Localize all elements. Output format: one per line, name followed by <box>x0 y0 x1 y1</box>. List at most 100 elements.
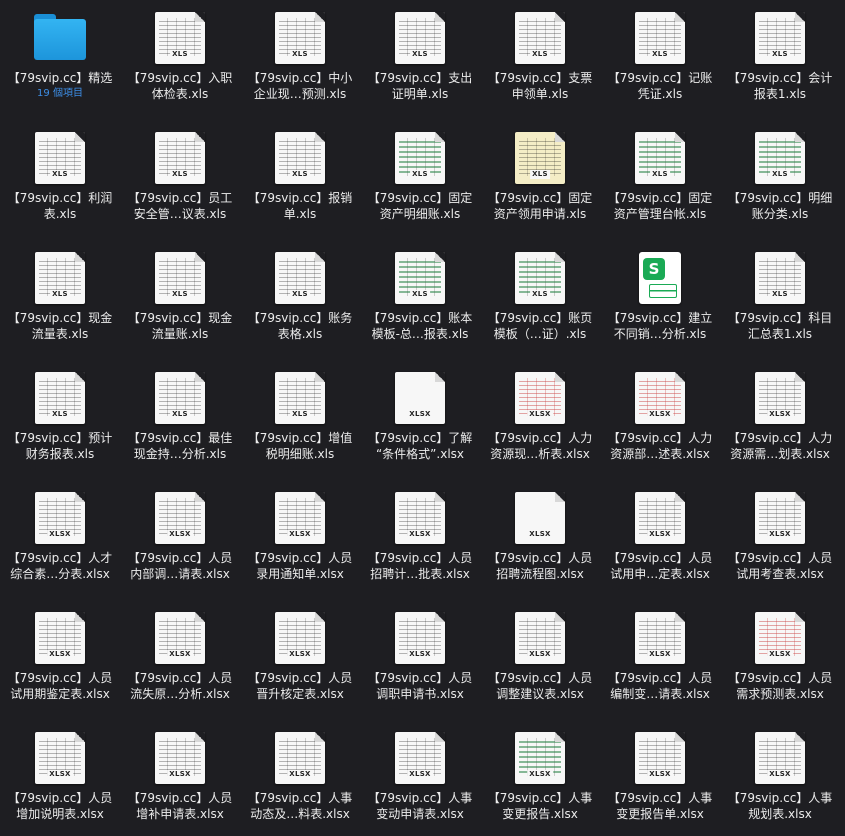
file-item[interactable]: XLS 【79svip.cc】固定 资产管理台帐.xls <box>600 120 720 236</box>
file-item[interactable]: XLSX 【79svip.cc】人事 动态及…料表.xlsx <box>240 720 360 836</box>
spreadsheet-thumbnail-icon: XLSX <box>395 732 445 784</box>
file-name-line-1: 【79svip.cc】人员 <box>727 551 833 565</box>
file-item[interactable]: XLS 【79svip.cc】现金 流量表.xls <box>0 240 120 356</box>
file-name-line-2: 内部调…请表.xlsx <box>130 567 230 581</box>
spreadsheet-thumbnail-icon: XLS <box>155 12 205 64</box>
file-item[interactable]: XLS 【79svip.cc】支票 申领单.xls <box>480 0 600 116</box>
spreadsheet-thumbnail-icon: XLSX <box>755 612 805 664</box>
file-extension-badge: XLSX <box>647 410 673 419</box>
file-item[interactable]: XLSX 【79svip.cc】人员 调职申请书.xlsx <box>360 600 480 716</box>
file-item[interactable]: XLSX 【79svip.cc】人事 变动申请表.xlsx <box>360 720 480 836</box>
file-item[interactable]: XLS 【79svip.cc】预计 财务报表.xls <box>0 360 120 476</box>
file-name-line-1: 【79svip.cc】人员 <box>607 551 713 565</box>
file-name-line-2: 招聘流程图.xlsx <box>496 567 584 581</box>
file-name-line-1: 【79svip.cc】人才 <box>7 551 113 565</box>
file-item[interactable]: XLS 【79svip.cc】账务 表格.xls <box>240 240 360 356</box>
file-extension-badge: XLS <box>410 170 430 179</box>
file-extension-badge: XLS <box>650 170 670 179</box>
file-extension-badge: XLSX <box>767 410 793 419</box>
file-name-line-2: 资产领用申请.xls <box>493 207 587 221</box>
file-item[interactable]: XLSX 【79svip.cc】人员 招聘流程图.xlsx <box>480 480 600 596</box>
spreadsheet-thumbnail-icon: XLSX <box>275 492 325 544</box>
file-item[interactable]: XLS 【79svip.cc】会计 报表1.xls <box>720 0 840 116</box>
file-item[interactable]: XLS 【79svip.cc】科目 汇总表1.xls <box>720 240 840 356</box>
file-name-line-2: 资源部…述表.xlsx <box>610 447 710 461</box>
file-name-label: 【79svip.cc】现金 流量账.xls <box>120 310 240 342</box>
file-item[interactable]: XLSX 【79svip.cc】人事 规划表.xlsx <box>720 720 840 836</box>
spreadsheet-thumbnail-icon: XLS <box>515 132 565 184</box>
file-name-label: 【79svip.cc】人员 试用考查表.xlsx <box>720 550 840 582</box>
file-item[interactable]: XLS 【79svip.cc】固定 资产领用申请.xls <box>480 120 600 236</box>
file-item[interactable]: XLSX 【79svip.cc】人员 编制变…请表.xlsx <box>600 600 720 716</box>
file-name-line-2: 试用申…定表.xlsx <box>610 567 710 581</box>
file-item[interactable]: XLS 【79svip.cc】员工 安全管…议表.xls <box>120 120 240 236</box>
file-item[interactable]: XLSX 【79svip.cc】人员 流失原…分析.xlsx <box>120 600 240 716</box>
file-item[interactable]: XLSX 【79svip.cc】人员 试用考查表.xlsx <box>720 480 840 596</box>
file-item[interactable]: XLSX 【79svip.cc】人员 招聘计…批表.xlsx <box>360 480 480 596</box>
file-extension-badge: XLSX <box>527 770 553 779</box>
file-name-label: 【79svip.cc】人事 变动申请表.xlsx <box>360 790 480 822</box>
file-name-line-1: 【79svip.cc】现金 <box>7 311 113 325</box>
file-item[interactable]: XLS 【79svip.cc】账页 模板（…证）.xls <box>480 240 600 356</box>
file-name-label: 【79svip.cc】最佳 现金持…分析.xls <box>120 430 240 462</box>
file-item[interactable]: XLSX 【79svip.cc】人才 综合素…分表.xlsx <box>0 480 120 596</box>
file-extension-badge: XLS <box>770 290 790 299</box>
file-item[interactable]: XLSX 【79svip.cc】人员 录用通知单.xlsx <box>240 480 360 596</box>
file-item[interactable]: XLS 【79svip.cc】现金 流量账.xls <box>120 240 240 356</box>
file-item[interactable]: XLSX 【79svip.cc】人员 增加说明表.xlsx <box>0 720 120 836</box>
file-name-label: 【79svip.cc】人员 增补申请表.xlsx <box>120 790 240 822</box>
file-name-line-1: 【79svip.cc】人员 <box>487 671 593 685</box>
spreadsheet-thumbnail-icon: XLSX <box>395 492 445 544</box>
file-name-label: 【79svip.cc】人员 试用申…定表.xlsx <box>600 550 720 582</box>
file-item[interactable]: XLS 【79svip.cc】增值 税明细账.xls <box>240 360 360 476</box>
folder-item[interactable]: 【79svip.cc】精选 19 個項目 <box>0 0 120 116</box>
file-item[interactable]: XLS 【79svip.cc】最佳 现金持…分析.xls <box>120 360 240 476</box>
file-item[interactable]: XLSX 【79svip.cc】人力 资源现…析表.xlsx <box>480 360 600 476</box>
file-extension-badge: XLSX <box>647 650 673 659</box>
spreadsheet-thumbnail-icon: XLSX <box>515 612 565 664</box>
file-name-label: 【79svip.cc】人员 晋升核定表.xlsx <box>240 670 360 702</box>
file-name-label: 【79svip.cc】人力 资源需…划表.xlsx <box>720 430 840 462</box>
file-name-line-2: 汇总表1.xls <box>747 327 813 341</box>
file-extension-badge: XLSX <box>527 530 553 539</box>
file-item[interactable]: XLSX 【79svip.cc】人员 试用期鉴定表.xlsx <box>0 600 120 716</box>
file-item[interactable]: XLS 【79svip.cc】固定 资产明细账.xls <box>360 120 480 236</box>
file-extension-badge: XLS <box>290 170 310 179</box>
file-name-line-2: 流量账.xls <box>151 327 209 341</box>
file-name-line-2: 表.xls <box>43 207 77 221</box>
file-name-line-1: 【79svip.cc】入职 <box>127 71 233 85</box>
file-name-line-1: 【79svip.cc】报销 <box>247 191 353 205</box>
file-extension-badge: XLSX <box>287 650 313 659</box>
file-item[interactable]: XLSX 【79svip.cc】人员 增补申请表.xlsx <box>120 720 240 836</box>
file-name-line-2: 凭证.xls <box>637 87 683 101</box>
file-extension-badge: XLSX <box>47 650 73 659</box>
file-name-label: 【79svip.cc】报销 单.xls <box>240 190 360 222</box>
file-item[interactable]: XLS 【79svip.cc】中小 企业现…预测.xls <box>240 0 360 116</box>
file-item[interactable]: XLS 【79svip.cc】明细 账分类.xls <box>720 120 840 236</box>
file-name-label: 【79svip.cc】人员 调整建议表.xlsx <box>480 670 600 702</box>
file-item[interactable]: XLSX 【79svip.cc】人员 晋升核定表.xlsx <box>240 600 360 716</box>
file-item[interactable]: XLS 【79svip.cc】支出 证明单.xls <box>360 0 480 116</box>
file-item[interactable]: XLSX 【79svip.cc】人员 需求预测表.xlsx <box>720 600 840 716</box>
file-item[interactable]: XLS 【79svip.cc】利润 表.xls <box>0 120 120 236</box>
file-name-line-1: 【79svip.cc】明细 <box>727 191 833 205</box>
file-name-line-1: 【79svip.cc】人力 <box>727 431 833 445</box>
spreadsheet-thumbnail-icon: XLS <box>755 252 805 304</box>
file-item[interactable]: XLSX 【79svip.cc】人员 调整建议表.xlsx <box>480 600 600 716</box>
file-name-line-1: 【79svip.cc】人事 <box>607 791 713 805</box>
file-item[interactable]: XLSX 【79svip.cc】人力 资源部…述表.xlsx <box>600 360 720 476</box>
file-item[interactable]: S 【79svip.cc】建立 不同销…分析.xls <box>600 240 720 356</box>
file-item[interactable]: XLS 【79svip.cc】入职 体检表.xls <box>120 0 240 116</box>
file-item[interactable]: XLS 【79svip.cc】账本 模板-总…报表.xls <box>360 240 480 356</box>
file-item[interactable]: XLSX 【79svip.cc】人员 试用申…定表.xlsx <box>600 480 720 596</box>
file-name-label: 【79svip.cc】人员 调职申请书.xlsx <box>360 670 480 702</box>
file-item[interactable]: XLSX 【79svip.cc】人员 内部调…请表.xlsx <box>120 480 240 596</box>
file-item[interactable]: XLS 【79svip.cc】报销 单.xls <box>240 120 360 236</box>
file-item[interactable]: XLSX 【79svip.cc】了解 “条件格式”.xlsx <box>360 360 480 476</box>
file-name-line-1: 【79svip.cc】人事 <box>367 791 473 805</box>
file-item[interactable]: XLS 【79svip.cc】记账 凭证.xls <box>600 0 720 116</box>
file-item[interactable]: XLSX 【79svip.cc】人事 变更报告单.xlsx <box>600 720 720 836</box>
file-name-line-2: 调整建议表.xlsx <box>496 687 584 701</box>
file-item[interactable]: XLSX 【79svip.cc】人事 变更报告.xlsx <box>480 720 600 836</box>
file-item[interactable]: XLSX 【79svip.cc】人力 资源需…划表.xlsx <box>720 360 840 476</box>
